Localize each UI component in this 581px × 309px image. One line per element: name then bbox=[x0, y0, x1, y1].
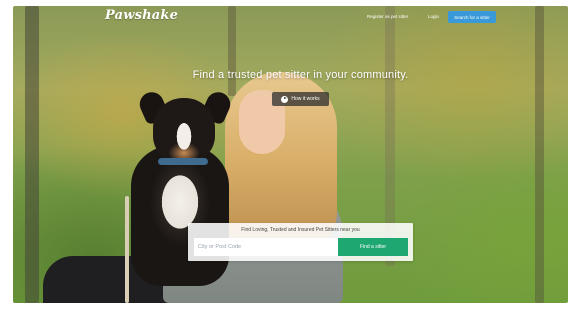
play-icon bbox=[281, 95, 289, 103]
location-search-input[interactable] bbox=[194, 238, 338, 256]
search-for-sitter-label: Search for a sitter bbox=[454, 14, 490, 20]
tree-trunk bbox=[228, 6, 236, 96]
how-it-works-button[interactable]: How it works bbox=[272, 92, 329, 106]
dog-head bbox=[153, 98, 215, 162]
dog-body bbox=[131, 146, 229, 286]
dog-collar bbox=[158, 158, 208, 165]
how-it-works-label: How it works bbox=[291, 96, 320, 102]
search-panel: Find Loving, Trusted and Insured Pet Sit… bbox=[188, 223, 413, 261]
tree-trunk bbox=[25, 6, 39, 303]
dog-leash bbox=[125, 196, 129, 303]
tree-trunk bbox=[535, 6, 544, 303]
find-sitter-label: Find a sitter bbox=[359, 244, 387, 250]
hero-headline: Find a trusted pet sitter in your commun… bbox=[192, 69, 409, 81]
search-caption: Find Loving, Trusted and Insured Pet Sit… bbox=[241, 227, 360, 233]
brand-logo[interactable]: Pawshake bbox=[105, 8, 178, 23]
register-pet-sitter-link[interactable]: Register as pet sitter bbox=[367, 14, 408, 19]
login-link[interactable]: Login bbox=[428, 14, 439, 19]
search-for-sitter-button[interactable]: Search for a sitter bbox=[448, 11, 496, 23]
find-sitter-button[interactable]: Find a sitter bbox=[338, 238, 408, 256]
